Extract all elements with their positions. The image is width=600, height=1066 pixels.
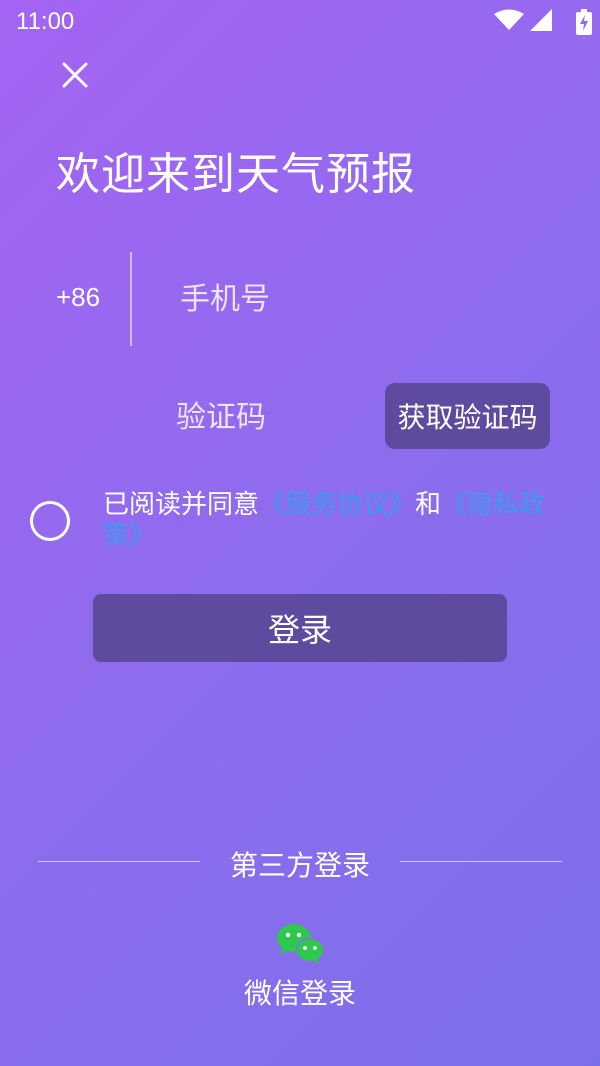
wechat-login-label: 微信登录: [243, 977, 356, 1010]
verification-code-input[interactable]: [176, 392, 366, 442]
third-party-divider: 第三方登录: [0, 840, 600, 884]
wifi-icon: [494, 9, 524, 30]
get-code-button[interactable]: 获取验证码: [385, 383, 550, 449]
agreement-text: 已阅读并同意《服务协议》和《隐私政策》: [103, 490, 553, 552]
status-icons: [494, 9, 592, 35]
close-button[interactable]: [58, 58, 92, 92]
third-party-label: 第三方登录: [229, 849, 370, 882]
close-icon: [62, 62, 88, 88]
page-title: 欢迎来到天气预报: [56, 149, 416, 200]
code-row: 获取验证码: [0, 382, 600, 450]
status-time: 11:00: [16, 8, 75, 35]
status-bar: 11:00: [0, 0, 600, 46]
country-code-selector[interactable]: +86: [56, 282, 100, 313]
login-screen: 11:00 欢迎来到天气预报 +86 获: [0, 0, 600, 1066]
divider-line-right: [400, 861, 562, 862]
signal-icon: [530, 9, 552, 31]
battery-charging-icon: [576, 9, 592, 35]
phone-input[interactable]: [180, 274, 560, 324]
phone-divider: [130, 252, 132, 346]
agreement-prefix: 已阅读并同意: [103, 490, 260, 520]
agreement-conjunction: 和: [415, 490, 442, 520]
phone-row: +86: [0, 252, 600, 346]
wechat-icon: [277, 924, 325, 965]
login-button[interactable]: 登录: [93, 594, 507, 662]
wechat-login-button[interactable]: 微信登录: [230, 922, 370, 1012]
agreement-row: 已阅读并同意《服务协议》和《隐私政策》: [0, 486, 600, 566]
service-agreement-link[interactable]: 《服务协议》: [259, 490, 415, 520]
agreement-checkbox[interactable]: [30, 501, 70, 541]
